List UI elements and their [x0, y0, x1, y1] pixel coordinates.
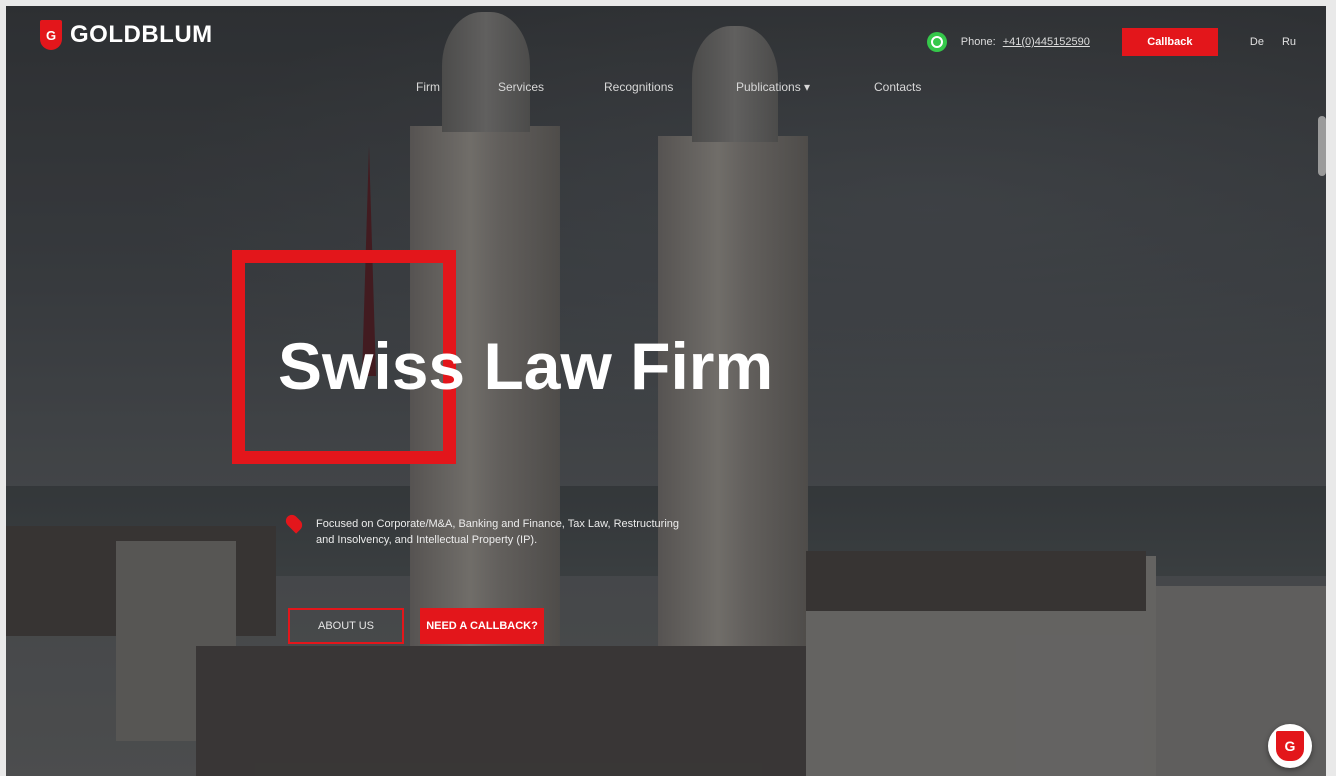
whatsapp-icon[interactable] — [926, 32, 947, 52]
nav-publications[interactable]: Publications ▾ — [736, 80, 810, 94]
lang-ru[interactable]: Ru — [1282, 36, 1296, 48]
floating-badge-button[interactable]: G — [1268, 724, 1312, 768]
lang-de[interactable]: De — [1250, 36, 1264, 48]
practice-focus-text: Focused on Corporate/M&A, Banking and Fi… — [316, 518, 679, 546]
hero-section: G GOLDBLUM Phone: +41(0)445152590 Callba… — [6, 6, 1326, 776]
nav-contacts[interactable]: Contacts — [874, 80, 921, 94]
brand-logo[interactable]: G GOLDBLUM — [40, 20, 213, 50]
about-us-button[interactable]: ABOUT US — [288, 608, 404, 644]
phone-contact: Phone: +41(0)445152590 — [961, 36, 1090, 48]
phone-label: Phone: — [960, 36, 996, 48]
callback-button[interactable]: Callback — [1121, 28, 1218, 56]
shield-logo-icon: G — [40, 20, 62, 50]
nav-firm[interactable]: Firm — [416, 80, 440, 94]
nav-services[interactable]: Services — [498, 80, 544, 94]
nav-recognitions[interactable]: Recognitions — [604, 80, 673, 94]
hero-title: Swiss Law Firm — [278, 329, 774, 403]
need-callback-button[interactable]: NEED A CALLBACK? — [420, 608, 544, 644]
brand-name: GOLDBLUM — [70, 21, 213, 48]
phone-link[interactable]: +41(0)445152590 — [1003, 36, 1090, 48]
goldblum-badge-icon: G — [1276, 731, 1304, 761]
header-utilities: Phone: +41(0)445152590 Callback De Ru — [926, 28, 1296, 56]
scrollbar-thumb[interactable] — [1318, 116, 1326, 176]
